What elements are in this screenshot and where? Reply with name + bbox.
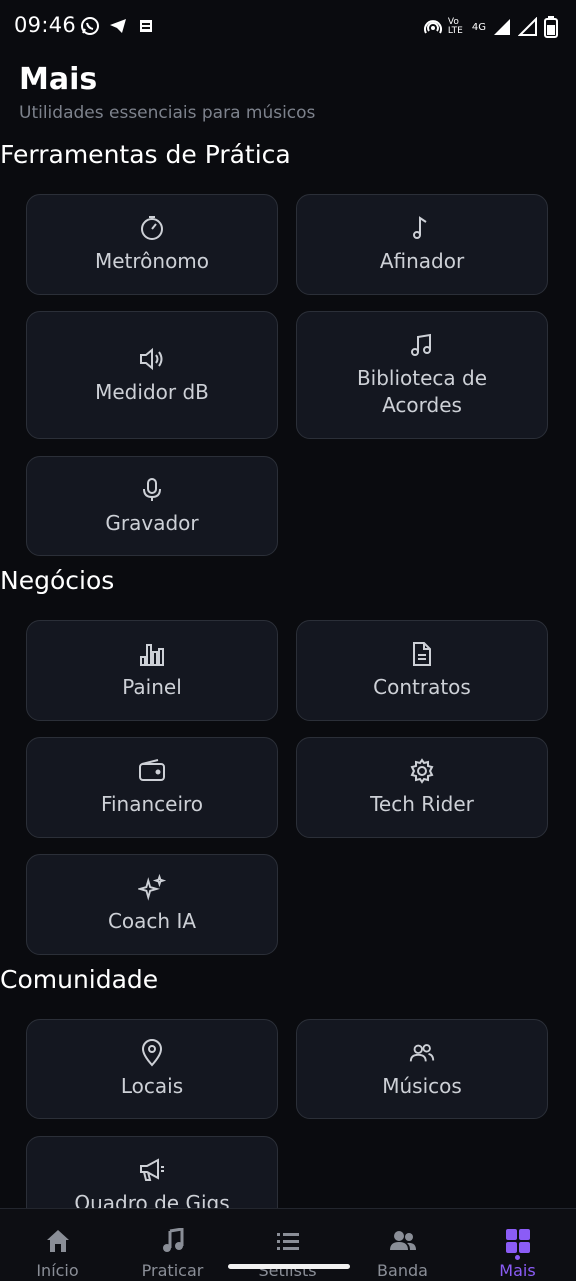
telegram-icon: [108, 16, 128, 36]
card-label: Biblioteca de Acordes: [356, 366, 488, 417]
megaphone-icon: [138, 1156, 166, 1184]
card-label: Financeiro: [100, 792, 204, 816]
volume-icon: [138, 345, 166, 373]
music-notes-icon: [408, 331, 436, 359]
section-title-community: Comunidade: [0, 965, 159, 994]
music-note-icon: [159, 1227, 187, 1255]
card-label: Metrônomo: [94, 249, 210, 273]
gear-icon: [408, 757, 436, 785]
sparkles-icon: [138, 874, 166, 902]
timer-icon: [138, 214, 166, 242]
network-label: 4G: [471, 21, 486, 33]
recorder-card[interactable]: Gravador: [26, 456, 278, 556]
nav-label: Mais: [499, 1261, 536, 1280]
venues-card[interactable]: Locais: [26, 1019, 278, 1119]
section-title-practice-tools: Ferramentas de Prática: [0, 140, 291, 169]
home-icon: [44, 1227, 72, 1255]
app-icon: [136, 16, 156, 36]
card-label: Contratos: [373, 675, 471, 699]
document-icon: [408, 640, 436, 668]
card-label: Tech Rider: [370, 792, 474, 816]
card-label: Coach IA: [107, 909, 197, 933]
nav-label: Praticar: [141, 1261, 204, 1280]
card-label: Locais: [120, 1073, 184, 1098]
nav-setlists[interactable]: Setlists: [230, 1209, 345, 1281]
wallet-icon: [138, 757, 166, 785]
page-subtitle: Utilidades essenciais para músicos: [19, 103, 316, 123]
card-label: Afinador: [379, 249, 465, 273]
section-title-business: Negócios: [0, 566, 115, 595]
nav-label: Início: [36, 1261, 79, 1280]
volte-icon: Vo LTE: [447, 17, 463, 36]
signal-icon: [518, 17, 538, 37]
tech-rider-card[interactable]: Tech Rider: [296, 737, 548, 838]
contracts-card[interactable]: Contratos: [296, 620, 548, 721]
gesture-bar[interactable]: [228, 1264, 350, 1269]
chord-library-card[interactable]: Biblioteca de Acordes: [296, 311, 548, 439]
nav-practice[interactable]: Praticar: [115, 1209, 230, 1281]
music-note-icon: [408, 214, 436, 242]
db-meter-card[interactable]: Medidor dB: [26, 311, 278, 439]
page-title: Mais: [19, 62, 98, 97]
finance-card[interactable]: Financeiro: [26, 737, 278, 838]
card-label: Medidor dB: [95, 379, 209, 404]
nav-band[interactable]: Banda: [345, 1209, 460, 1281]
nav-home[interactable]: Início: [0, 1209, 115, 1281]
map-pin-icon: [138, 1038, 166, 1067]
whatsapp-icon: [80, 16, 100, 36]
bottom-nav: Início Praticar Setlists Banda Mais: [0, 1208, 576, 1281]
ai-coach-card[interactable]: Coach IA: [26, 854, 278, 955]
status-bar: 09:46 Vo LTE 4G: [0, 0, 576, 56]
grid-icon: [504, 1227, 532, 1255]
tuner-card[interactable]: Afinador: [296, 194, 548, 295]
dashboard-card[interactable]: Painel: [26, 620, 278, 721]
status-time: 09:46: [14, 13, 77, 37]
signal-icon: [492, 17, 512, 37]
list-icon: [274, 1227, 302, 1255]
active-indicator: [515, 1255, 520, 1260]
bar-chart-icon: [138, 640, 166, 668]
nav-more[interactable]: Mais: [460, 1209, 575, 1281]
musicians-card[interactable]: Músicos: [296, 1019, 548, 1119]
users-icon: [408, 1039, 436, 1067]
hotspot-icon: [423, 18, 442, 36]
metronome-card[interactable]: Metrônomo: [26, 194, 278, 295]
microphone-icon: [138, 476, 166, 504]
card-label: Gravador: [105, 510, 199, 535]
card-label: Músicos: [382, 1073, 462, 1098]
users-icon: [389, 1227, 417, 1255]
card-label: Painel: [122, 675, 182, 699]
battery-icon: [544, 16, 558, 38]
nav-label: Banda: [377, 1261, 428, 1280]
